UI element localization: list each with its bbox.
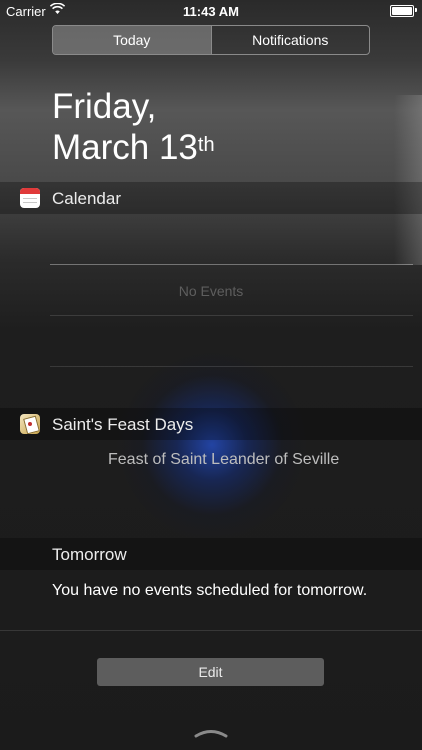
tomorrow-widget-title: Tomorrow: [52, 545, 127, 564]
date-weekday: Friday,: [52, 87, 157, 126]
battery-icon: [390, 5, 414, 17]
grabber-handle-icon[interactable]: [194, 728, 228, 738]
calendar-widget-header[interactable]: Calendar: [0, 182, 422, 214]
calendar-divider: [50, 315, 413, 316]
background-smear: [394, 95, 422, 265]
battery-tip: [415, 8, 417, 12]
calendar-widget-title: Calendar: [52, 189, 121, 208]
tomorrow-events-text: You have no events scheduled for tomorro…: [52, 582, 368, 599]
edit-button[interactable]: Edit: [97, 658, 324, 686]
calendar-app-icon: [20, 188, 40, 208]
date-month-day: March 13th: [52, 127, 215, 168]
saints-app-icon: [20, 414, 40, 434]
date-day: March 13: [52, 128, 198, 167]
saints-widget-header[interactable]: Saint's Feast Days: [0, 408, 422, 440]
calendar-timeline-divider: [50, 264, 413, 265]
status-bar: Carrier 11:43 AM: [0, 0, 422, 22]
tab-notifications[interactable]: Notifications: [210, 26, 370, 54]
view-segmented-control: Today Notifications: [52, 25, 370, 55]
date-ordinal: th: [197, 134, 215, 156]
section-divider: [0, 630, 422, 631]
status-time: 11:43 AM: [183, 4, 239, 19]
no-events-text: No Events: [178, 283, 244, 299]
calendar-divider: [50, 366, 413, 367]
feast-day-text: Feast of Saint Leander of Seville: [108, 451, 340, 468]
tomorrow-widget-header: Tomorrow: [0, 538, 422, 570]
tab-today[interactable]: Today: [53, 26, 211, 54]
today-date: Friday, March 13th: [52, 86, 215, 168]
saints-widget-title: Saint's Feast Days: [52, 415, 194, 434]
